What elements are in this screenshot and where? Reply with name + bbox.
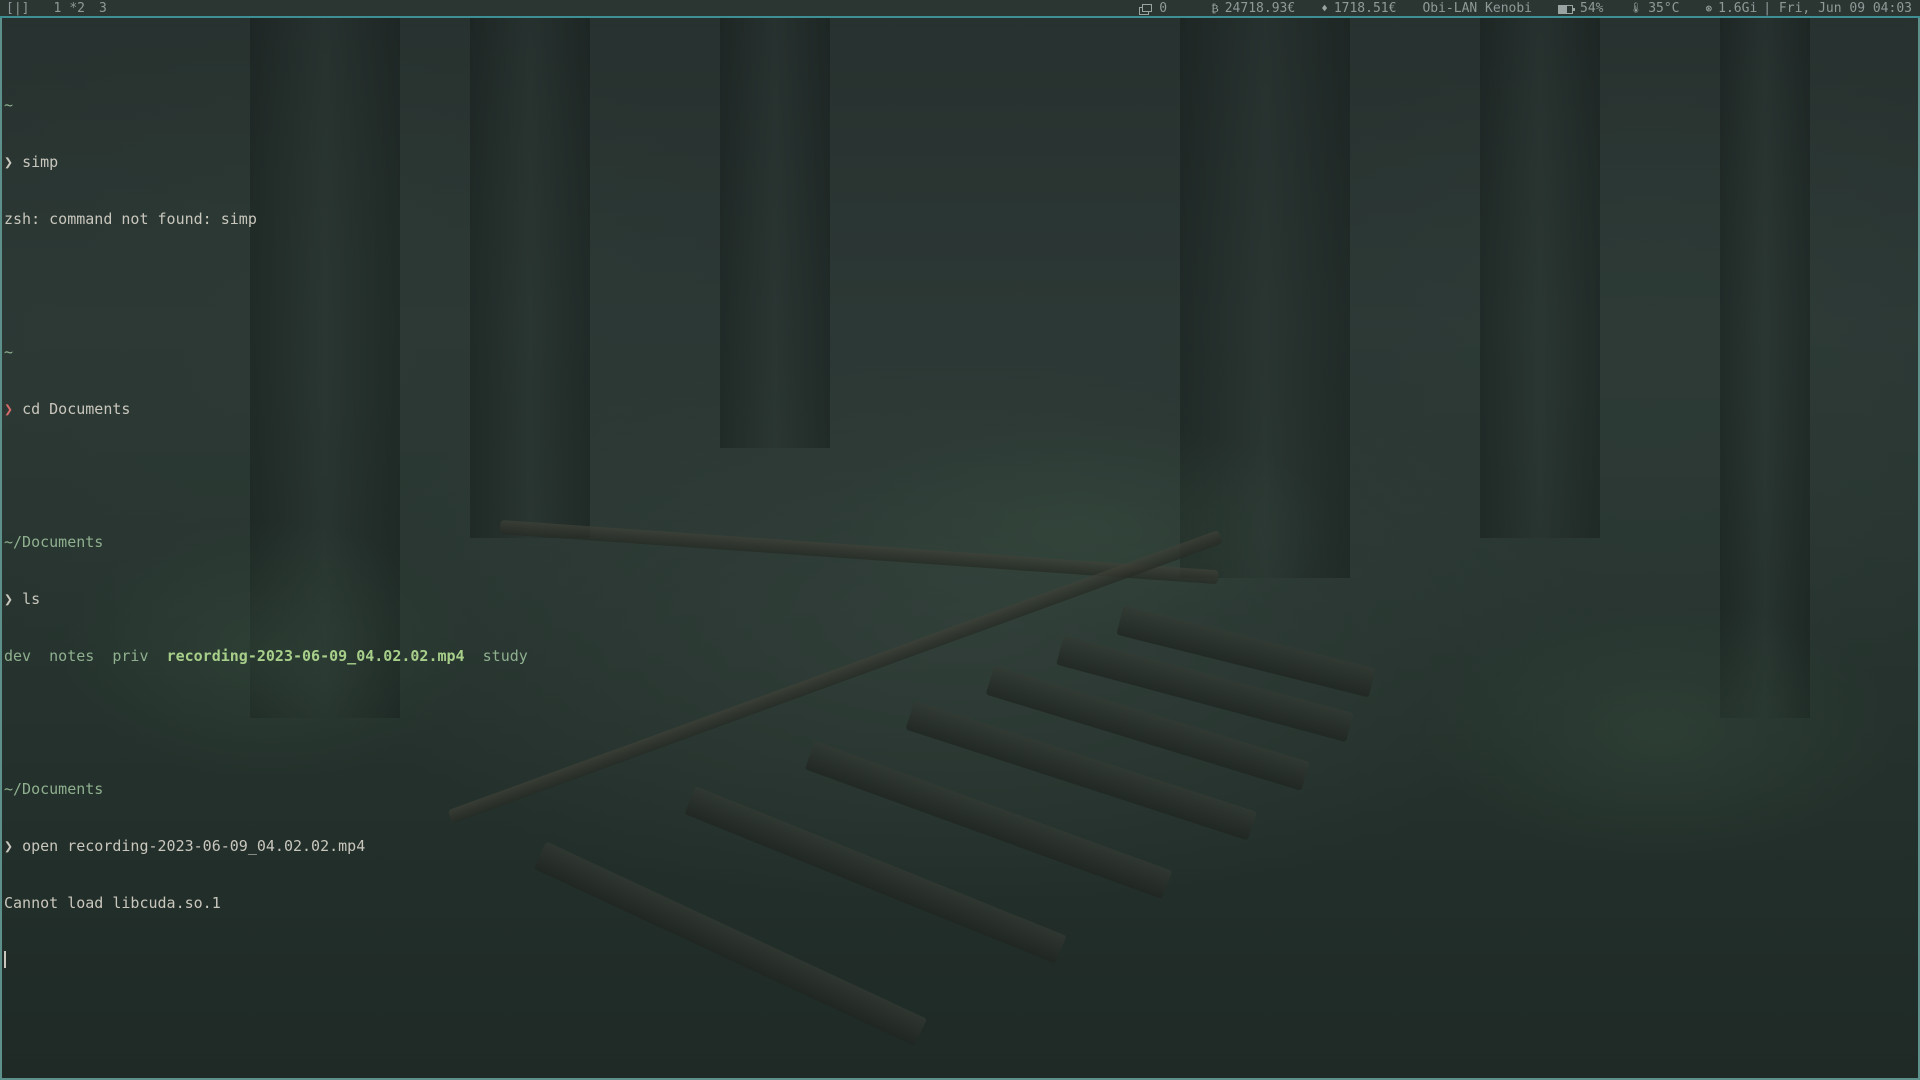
cwd-line: ~/Documents	[4, 533, 104, 551]
temperature-value: 35°C	[1648, 1, 1680, 16]
memory-value: 1.6Gi	[1718, 1, 1758, 16]
memory-icon: ⊛	[1705, 2, 1713, 15]
battery-module: 54%	[1558, 0, 1604, 18]
command-output: Cannot load libcuda.so.1	[4, 894, 221, 912]
command-line: ❯ simp	[4, 153, 528, 172]
prompt-symbol-error: ❯	[4, 400, 14, 418]
ethereum-icon: ♦	[1321, 2, 1328, 15]
workspace-2[interactable]: *2	[69, 1, 85, 16]
layout-indicator[interactable]: [|]	[6, 1, 29, 16]
ls-entry-dir: priv	[112, 647, 149, 665]
command-line: ❯ ls	[4, 590, 528, 609]
cwd-line: ~	[4, 96, 14, 114]
command-text: cd Documents	[22, 400, 131, 418]
prompt-symbol: ❯	[4, 837, 14, 855]
windows-module[interactable]: 0	[1139, 0, 1167, 18]
command-output: zsh: command not found: simp	[4, 210, 257, 228]
network-module[interactable]: Obi-LAN Kenobi	[1422, 0, 1532, 18]
battery-level: 54%	[1580, 1, 1604, 16]
ls-output: dev notes priv recording-2023-06-09_04.0…	[4, 647, 528, 666]
btc-price: 24718.93€	[1224, 1, 1296, 16]
command-line: ❯ cd Documents	[4, 400, 528, 419]
bitcoin-icon: ₿	[1211, 2, 1219, 15]
workspace-switcher: [|] 1 *2 3	[6, 0, 107, 18]
workspace-1[interactable]: 1	[53, 1, 61, 16]
command-line: ❯ open recording-2023-06-09_04.02.02.mp4	[4, 837, 528, 856]
prompt-symbol: ❯	[4, 153, 14, 171]
clock-module: | Fri, Jun 09 04:03	[1763, 0, 1912, 18]
ls-entry-file: recording-2023-06-09_04.02.02.mp4	[166, 647, 465, 665]
ls-entry-dir: notes	[49, 647, 95, 665]
battery-icon	[1558, 4, 1576, 14]
windows-icon	[1139, 4, 1153, 15]
status-modules: 0 ₿ 24718.93€ ♦ 1718.51€ Obi-LAN Kenobi 54…	[1113, 0, 1912, 18]
cursor-line[interactable]	[4, 951, 528, 970]
ls-entry-dir: dev	[4, 647, 32, 665]
clock: | Fri, Jun 09 04:03	[1763, 1, 1912, 16]
windows-count: 0	[1159, 1, 1168, 16]
eth-module: ♦ 1718.51€	[1321, 0, 1396, 18]
command-text: open recording-2023-06-09_04.02.02.mp4	[22, 837, 366, 855]
thermometer-icon: 🌡	[1629, 3, 1643, 14]
cwd-line: ~	[4, 343, 14, 361]
workspace-3[interactable]: 3	[99, 1, 107, 16]
desktop: [|] 1 *2 3 0 ₿ 24718.93€ ♦ 1718.51€ Obi-LAN K…	[0, 0, 1920, 1080]
temperature-module: 🌡 35°C	[1630, 0, 1680, 18]
command-text: simp	[22, 153, 59, 171]
memory-module: ⊛ 1.6Gi	[1706, 0, 1758, 18]
text-cursor	[4, 951, 6, 968]
terminal-output[interactable]: ~ ❯ simp zsh: command not found: simp ~ …	[4, 58, 528, 1008]
terminal-window[interactable]: ~ ❯ simp zsh: command not found: simp ~ …	[0, 18, 1920, 1080]
prompt-symbol: ❯	[4, 590, 14, 608]
network-name: Obi-LAN Kenobi	[1422, 1, 1533, 16]
ls-entry-dir: study	[482, 647, 528, 665]
eth-price: 1718.51€	[1333, 1, 1397, 16]
command-text: ls	[22, 590, 41, 608]
btc-module: ₿ 24718.93€	[1211, 0, 1295, 18]
status-bar: [|] 1 *2 3 0 ₿ 24718.93€ ♦ 1718.51€ Obi-LAN K…	[0, 0, 1920, 18]
cwd-line: ~/Documents	[4, 780, 104, 798]
